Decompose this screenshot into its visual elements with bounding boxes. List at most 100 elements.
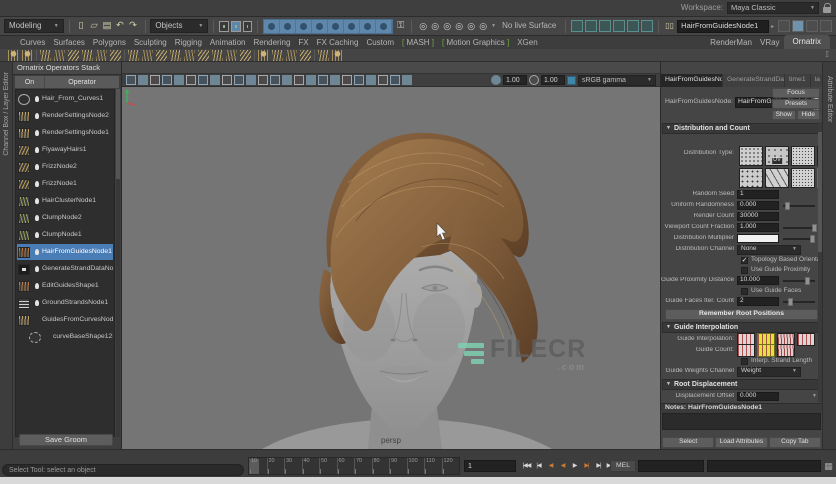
ornatrix-add-guides-icon[interactable] <box>22 49 33 61</box>
ornatrix-length-icon[interactable] <box>96 49 107 61</box>
guide-count-4-thumb[interactable] <box>777 344 795 357</box>
shelf-tab[interactable]: FX Caching <box>313 37 363 49</box>
shelf-separator-4[interactable] <box>314 49 315 61</box>
timeline-tick[interactable]: 60 <box>336 458 355 474</box>
viewport-menu-item[interactable] <box>166 67 176 69</box>
ornatrix-brush-icon[interactable] <box>82 49 93 61</box>
snap-curve-icon[interactable]: ◎ <box>429 21 441 31</box>
undo-icon[interactable]: ↶ <box>114 19 127 33</box>
chevron-down-icon[interactable]: ▼ <box>491 23 496 29</box>
shadows-icon[interactable] <box>342 75 352 85</box>
operator-row[interactable]: GuidesFromCurvesNode <box>17 312 113 328</box>
textured-icon[interactable] <box>318 75 328 85</box>
grease-pencil-icon[interactable] <box>198 75 208 85</box>
viewport-menu-item[interactable] <box>156 67 166 69</box>
operator-row[interactable]: ClumpNode1 <box>17 227 113 243</box>
shelf-tab[interactable]: Polygons <box>89 37 130 49</box>
menu-item[interactable] <box>109 6 117 10</box>
menu-set-dropdown[interactable]: Modeling ▼ <box>4 19 64 33</box>
menu-item[interactable] <box>53 6 61 10</box>
layout-persp-outliner-icon[interactable] <box>806 20 819 32</box>
layout-hypershade-icon[interactable] <box>820 20 833 32</box>
shelf-tab[interactable]: Rigging <box>171 37 206 49</box>
viewport-count-fraction-field[interactable]: 1.000 <box>737 223 779 232</box>
select-component-icon[interactable] <box>242 20 253 32</box>
ornatrix-guides-from-mesh-icon[interactable] <box>258 49 269 61</box>
dist-type-per-vertex-thumb[interactable] <box>739 145 763 166</box>
layout-single-pane-icon[interactable] <box>778 20 791 32</box>
ornatrix-baked-hair-icon[interactable] <box>240 49 251 61</box>
scroll-down-icon[interactable]: ▼ <box>812 394 817 399</box>
attribute-editor-vertical-tab[interactable]: Attribute Editor <box>826 76 833 122</box>
ornatrix-plant-guides-icon[interactable] <box>68 49 79 61</box>
guide-proximity-distance-slider[interactable] <box>783 276 815 285</box>
operator-enabled-toggle-icon[interactable] <box>35 147 39 153</box>
use-guide-proximity-checkbox[interactable] <box>741 266 748 274</box>
guide-count-3-thumb[interactable] <box>757 344 775 357</box>
film-gate-icon[interactable] <box>222 75 232 85</box>
shelf-tab[interactable]: Surfaces <box>49 37 89 49</box>
ornatrix-about-icon[interactable] <box>332 49 343 61</box>
menu-item[interactable] <box>157 6 165 10</box>
viewport-menu-item[interactable] <box>136 67 146 69</box>
topology-based-orientation-checkbox[interactable]: ✓ <box>741 256 748 264</box>
dist-type-random-face-thumb[interactable] <box>791 167 815 188</box>
ornatrix-hair-from-guides-icon[interactable] <box>272 49 283 61</box>
gate-mask-icon[interactable] <box>246 75 256 85</box>
notes-header[interactable]: Notes: HairFromGuidesNode1 <box>661 402 822 413</box>
attribute-editor-menu-item[interactable] <box>684 67 691 69</box>
section-root-displacement[interactable]: ▼ Root Displacement <box>662 378 821 390</box>
two-d-pan-zoom-icon[interactable] <box>186 75 196 85</box>
random-seed-field[interactable]: 1 <box>737 190 779 199</box>
attribute-editor-tab[interactable]: HairFromGuidesNode1 <box>661 74 723 87</box>
select-hierarchy-icon[interactable] <box>219 20 229 32</box>
distribution-channel-dropdown[interactable]: None ▼ <box>737 244 801 255</box>
guide-proximity-distance-field[interactable]: 10.000 <box>737 276 779 285</box>
ornatrix-gravity-icon[interactable] <box>184 49 195 61</box>
redo-icon[interactable]: ↷ <box>127 19 140 33</box>
shelf-overflow-icon[interactable]: ⁞⁞ <box>826 51 830 59</box>
new-scene-icon[interactable]: ▯ <box>75 19 88 33</box>
exposure-icon[interactable] <box>529 75 539 85</box>
render-count-field[interactable]: 30000 <box>737 212 779 221</box>
operator-row[interactable]: FrizzNode1 <box>17 176 113 192</box>
operator-row[interactable]: RenderSettingsNode2 <box>17 108 113 124</box>
show-button[interactable]: Show <box>772 110 796 120</box>
menu-item[interactable] <box>125 6 133 10</box>
section-guide-interpolation[interactable]: ▼ Guide Interpolation <box>662 321 821 333</box>
lock-selection-icon[interactable]: ⚿ <box>395 19 406 33</box>
menu-item[interactable] <box>141 6 149 10</box>
copy-tab-button[interactable]: Copy Tab <box>768 437 821 448</box>
ornatrix-ground-strands-icon[interactable] <box>226 49 237 61</box>
operator-enabled-toggle-icon[interactable] <box>35 164 39 170</box>
operator-enabled-toggle-icon[interactable] <box>35 215 39 221</box>
operator-row[interactable]: Hair_From_Curves1 <box>17 91 113 107</box>
ornatrix-curves-to-guides-icon[interactable] <box>286 49 297 61</box>
symmetry-icon-3[interactable] <box>296 19 313 33</box>
command-line-input[interactable] <box>638 460 704 472</box>
step-back-frame-button[interactable]: |◀ <box>533 459 544 472</box>
ornatrix-stack-icon[interactable] <box>318 49 329 61</box>
menu-item[interactable] <box>173 6 181 10</box>
dist-type-per-face-thumb[interactable] <box>739 167 763 188</box>
channel-box-vertical-tab[interactable]: Channel Box / Layer Editor <box>3 72 10 156</box>
menu-item[interactable] <box>101 6 109 10</box>
menu-item[interactable] <box>133 6 141 10</box>
next-key-button[interactable]: ▶| <box>581 459 592 472</box>
menu-item[interactable] <box>21 6 29 10</box>
ornatrix-edit-guides-icon[interactable] <box>40 49 51 61</box>
ornatrix-wind-icon[interactable] <box>198 49 209 61</box>
operator-row[interactable]: ClumpNode2 <box>17 210 113 226</box>
operator-row[interactable]: GroundStrandsNode1 <box>17 295 113 311</box>
symmetry-icon-5[interactable] <box>328 19 345 33</box>
menu-item[interactable] <box>61 6 69 10</box>
operator-enabled-toggle-icon[interactable] <box>35 283 39 289</box>
shelf-separator-3[interactable] <box>254 49 255 61</box>
remember-root-positions-button[interactable]: Remember Root Positions <box>665 308 818 320</box>
shelf-tab[interactable]: MASH <box>398 37 438 49</box>
render-view-icon[interactable] <box>571 20 584 32</box>
timeline-tick[interactable]: 100 <box>406 458 425 474</box>
hypershade-icon[interactable] <box>613 20 626 32</box>
menu-item[interactable] <box>37 6 45 10</box>
gamma-field[interactable]: 1.00 <box>503 75 527 85</box>
